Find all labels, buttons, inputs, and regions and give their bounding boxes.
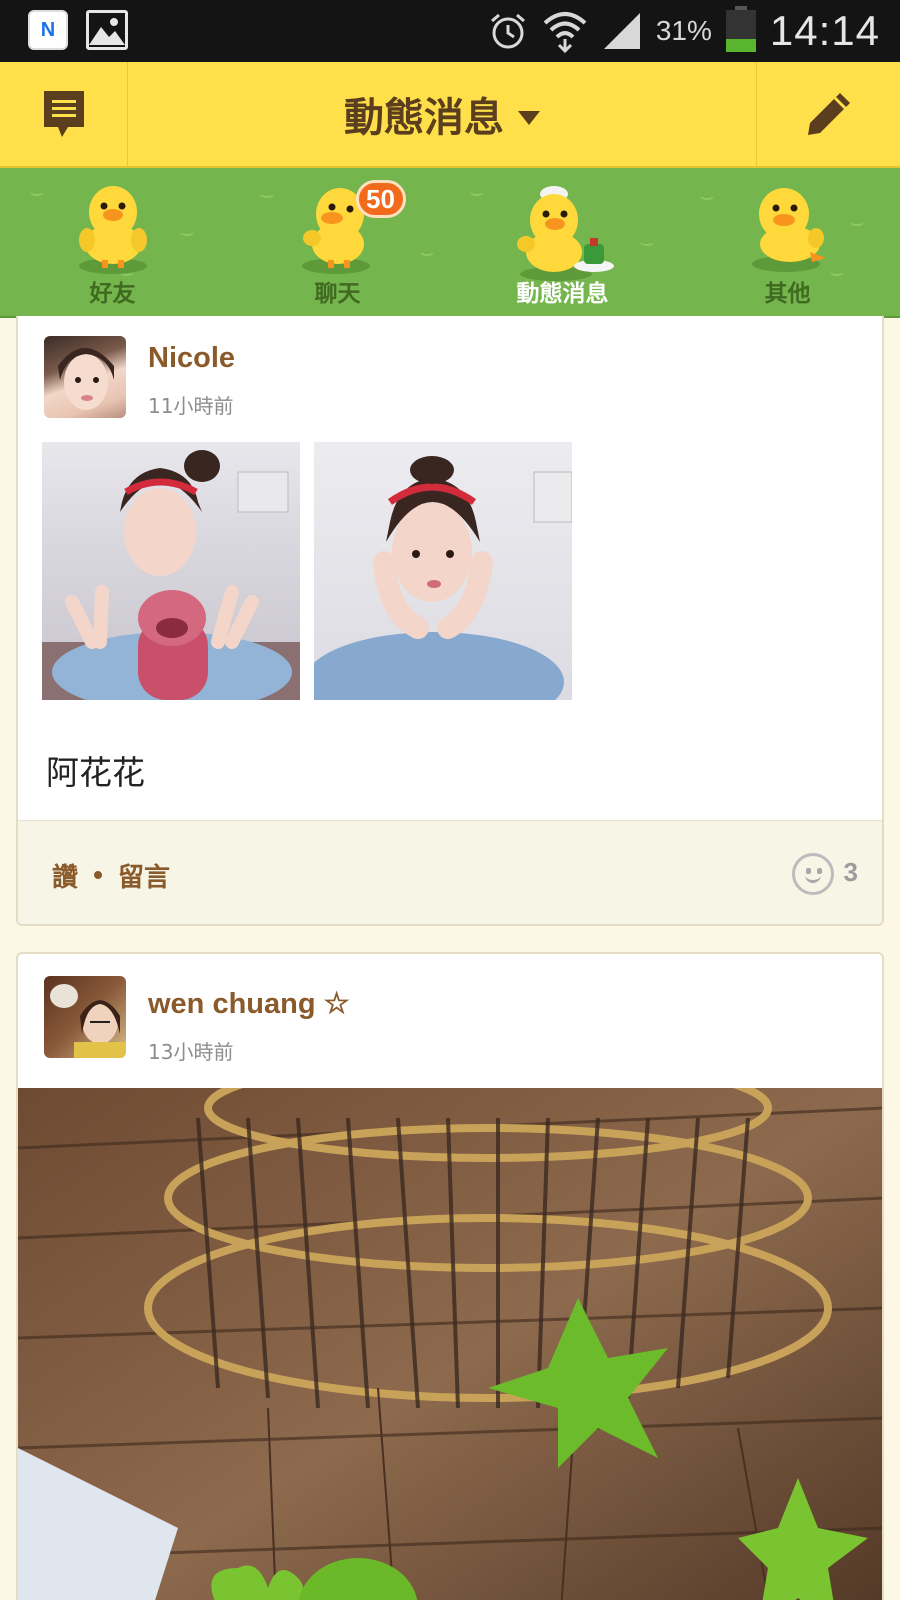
tab-bar: 好友 50 聊天 動態消息 其他: [0, 168, 900, 318]
title-dropdown[interactable]: 動態消息: [128, 62, 756, 166]
avatar[interactable]: [44, 336, 126, 418]
pencil-icon: [807, 93, 850, 135]
post-footer: 讚 留言 3: [18, 820, 882, 924]
signal-icon: [603, 13, 640, 49]
compose-button[interactable]: [756, 62, 900, 166]
page-title: 動態消息: [344, 95, 504, 141]
like-button[interactable]: 讚: [52, 857, 78, 894]
post-card: wen chuang ☆ 13小時前: [16, 952, 884, 1600]
post-text: 阿花花: [46, 753, 145, 792]
memo-icon: [43, 91, 84, 137]
n-app-icon: N: [28, 10, 68, 50]
tab-friends[interactable]: 好友: [0, 168, 225, 316]
author-name[interactable]: Nicole: [148, 342, 235, 375]
chick-timeline-icon: [516, 186, 614, 281]
tab-more[interactable]: 其他: [675, 168, 900, 316]
tab-label: 聊天: [314, 281, 361, 307]
comment-button[interactable]: 留言: [118, 857, 170, 894]
post-time: 11小時前: [148, 394, 234, 418]
unread-badge: 50: [355, 180, 406, 218]
post-card: Nicole 11小時前 阿花花 讚 留言 3: [16, 316, 884, 926]
post-photo[interactable]: [18, 1088, 882, 1600]
tab-timeline[interactable]: 動態消息: [450, 168, 675, 316]
memo-button[interactable]: [0, 62, 128, 166]
chick-friends-icon: [78, 186, 147, 274]
avatar[interactable]: [44, 976, 126, 1058]
chick-more-icon: [751, 188, 826, 272]
battery-percent: 31%: [655, 15, 712, 46]
wifi-icon: [543, 12, 587, 53]
post-photo[interactable]: [314, 442, 572, 700]
post-time: 13小時前: [148, 1040, 234, 1064]
separator-dot: [94, 871, 102, 879]
chevron-down-icon: [518, 111, 540, 125]
smile-icon[interactable]: [792, 853, 834, 895]
tab-label: 動態消息: [516, 281, 609, 307]
tab-chat[interactable]: 50 聊天: [225, 168, 450, 316]
tab-label: 其他: [764, 281, 811, 307]
gallery-icon: [86, 10, 128, 50]
status-bar: N 31% 14:14: [0, 0, 900, 62]
author-name[interactable]: wen chuang ☆: [148, 986, 350, 1021]
battery-icon: [725, 6, 756, 52]
reaction-count[interactable]: 3: [844, 857, 858, 888]
tab-label: 好友: [89, 281, 136, 307]
app-header: 動態消息: [0, 62, 900, 168]
alarm-icon: [490, 13, 525, 49]
post-photo[interactable]: [42, 442, 300, 700]
clock: 14:14: [769, 7, 880, 54]
